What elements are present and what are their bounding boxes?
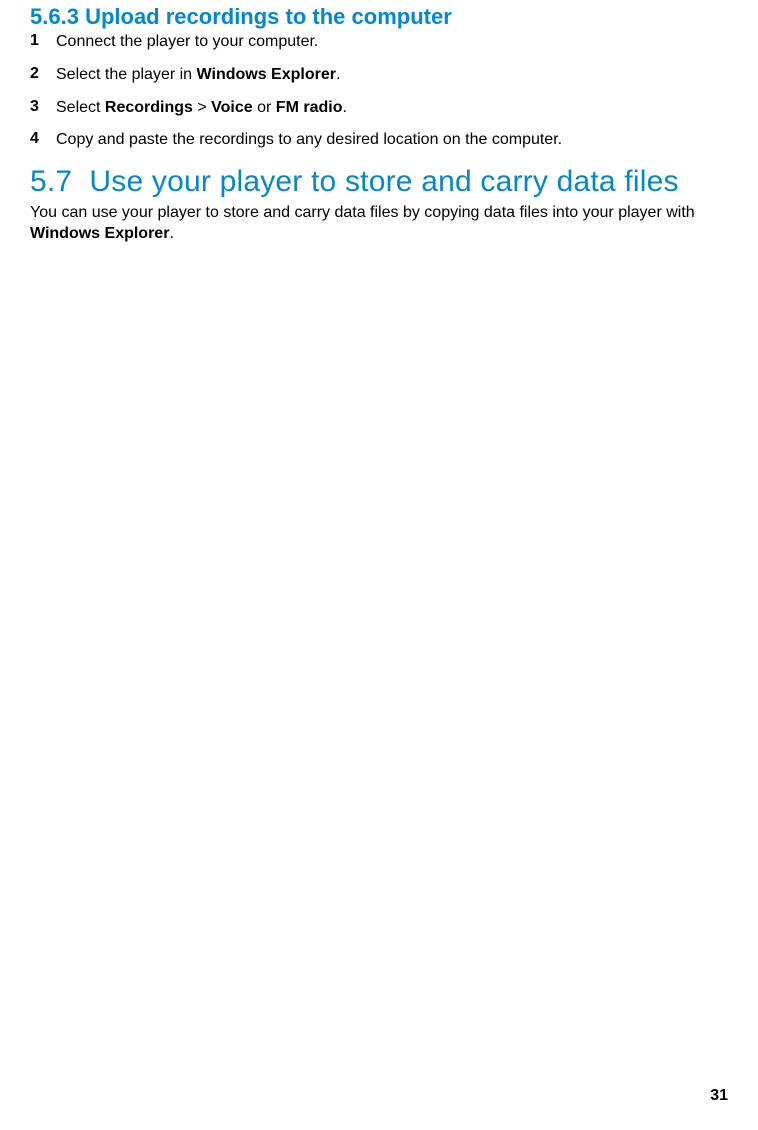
step-number: 1 bbox=[30, 32, 56, 53]
step-text-bold: Voice bbox=[211, 99, 253, 116]
step-text-segment: Connect the player to your computer. bbox=[56, 33, 318, 50]
step-text-segment: Select bbox=[56, 99, 105, 116]
step-text: Copy and paste the recordings to any des… bbox=[56, 130, 728, 151]
step-text-segment: Select the player in bbox=[56, 66, 197, 83]
body-text-segment: . bbox=[169, 225, 173, 242]
step-number: 4 bbox=[30, 130, 56, 151]
step-list: 1 Connect the player to your computer. 2… bbox=[30, 32, 728, 151]
step-text: Select Recordings > Voice or FM radio. bbox=[56, 98, 728, 119]
step-item-4: 4 Copy and paste the recordings to any d… bbox=[30, 130, 728, 151]
step-text-bold: Recordings bbox=[105, 99, 193, 116]
heading-57-number: 5.7 bbox=[30, 165, 72, 198]
step-number: 3 bbox=[30, 98, 56, 119]
step-item-2: 2 Select the player in Windows Explorer. bbox=[30, 65, 728, 86]
step-text-segment: . bbox=[336, 66, 340, 83]
body-text-57: You can use your player to store and car… bbox=[30, 203, 728, 245]
step-text-bold: Windows Explorer bbox=[197, 66, 336, 83]
step-text-segment: or bbox=[253, 99, 276, 116]
step-text-bold: FM radio bbox=[276, 99, 343, 116]
body-text-bold: Windows Explorer bbox=[30, 225, 169, 242]
step-item-1: 1 Connect the player to your computer. bbox=[30, 32, 728, 53]
step-item-3: 3 Select Recordings > Voice or FM radio. bbox=[30, 98, 728, 119]
step-number: 2 bbox=[30, 65, 56, 86]
body-text-segment: You can use your player to store and car… bbox=[30, 204, 695, 221]
heading-563-number: 5.6.3 bbox=[30, 4, 79, 29]
step-text-segment: Copy and paste the recordings to any des… bbox=[56, 131, 562, 148]
heading-563: 5.6.3 Upload recordings to the computer bbox=[30, 4, 728, 30]
heading-57: 5.7 Use your player to store and carry d… bbox=[30, 165, 728, 199]
heading-57-title: Use your player to store and carry data … bbox=[89, 165, 678, 198]
step-text: Select the player in Windows Explorer. bbox=[56, 65, 728, 86]
page-number: 31 bbox=[710, 1087, 728, 1105]
step-text-segment: . bbox=[342, 99, 346, 116]
heading-563-title: Upload recordings to the computer bbox=[85, 4, 452, 29]
step-text: Connect the player to your computer. bbox=[56, 32, 728, 53]
step-text-segment: > bbox=[193, 99, 211, 116]
